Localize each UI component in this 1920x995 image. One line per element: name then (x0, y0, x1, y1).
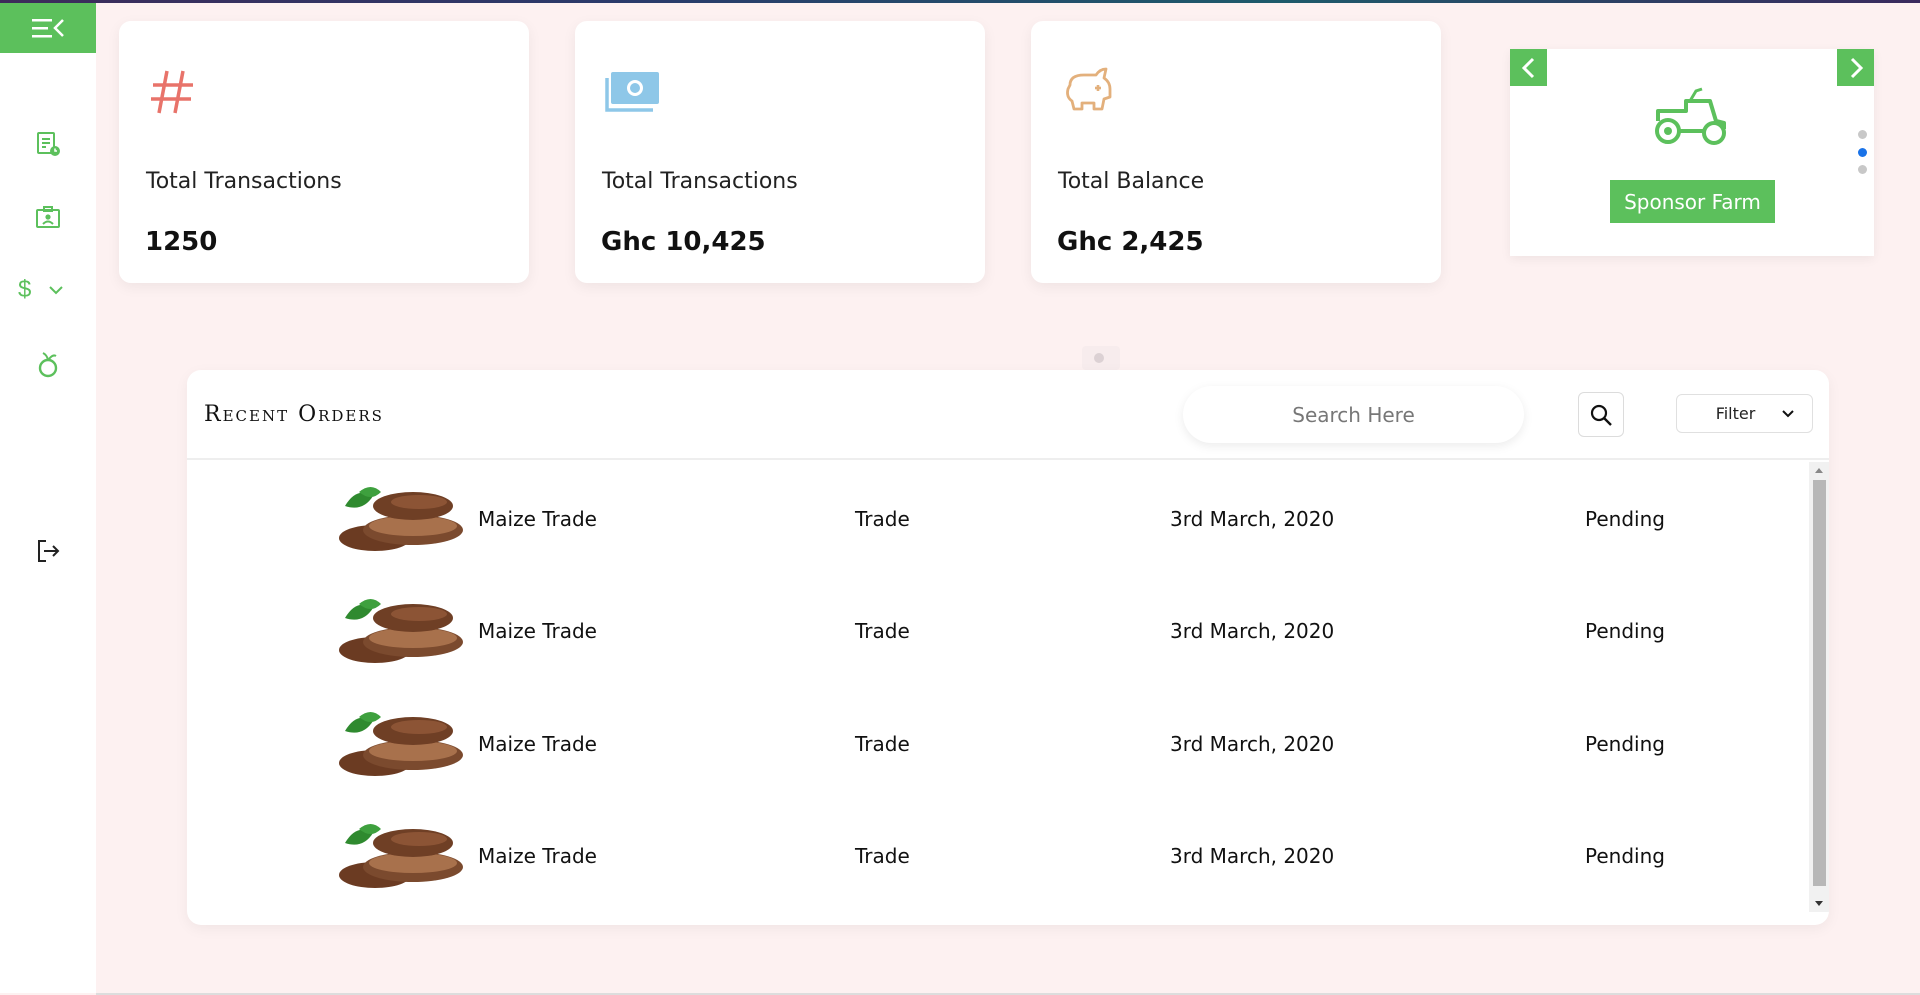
order-type: Trade (855, 507, 910, 531)
money-icon (605, 72, 659, 112)
stat-card-balance: Total Balance Ghc 2,425 (1031, 21, 1441, 283)
piggy-bank-icon (1066, 67, 1112, 111)
order-type: Trade (855, 732, 910, 756)
search-button[interactable] (1578, 392, 1624, 437)
recent-orders-panel: Recent Orders Filter (187, 370, 1829, 925)
chevron-left-icon (1521, 57, 1534, 78)
receipt-icon (37, 132, 60, 156)
ghost-dot (1094, 353, 1104, 363)
order-name: Maize Trade (478, 619, 597, 643)
sponsor-carousel: Sponsor Farm (1510, 49, 1874, 256)
orders-scrollbar[interactable] (1809, 462, 1829, 912)
sidebar-item-transactions[interactable] (0, 124, 96, 164)
stat-label: Total Transactions (602, 169, 798, 194)
carousel-prev-button[interactable] (1510, 49, 1547, 86)
logout-button[interactable] (0, 531, 96, 571)
cocoa-thumbnail (339, 599, 463, 663)
orders-title: Recent Orders (204, 402, 384, 427)
sidebar-item-produce[interactable] (0, 345, 96, 385)
stat-label: Total Balance (1058, 169, 1205, 194)
filter-label: Filter (1715, 404, 1756, 423)
sidebar-item-profile[interactable] (0, 198, 96, 238)
ghost-overlay (1082, 346, 1120, 370)
menu-collapse-icon (32, 19, 64, 38)
order-type: Trade (855, 844, 910, 868)
carousel-dot[interactable] (1858, 165, 1867, 174)
stat-value: Ghc 10,425 (601, 227, 766, 257)
carousel-dot[interactable] (1858, 130, 1867, 139)
hash-icon (151, 70, 193, 114)
orders-header: Recent Orders Filter (187, 370, 1829, 460)
order-status: Pending (1585, 507, 1665, 531)
order-date: 3rd March, 2020 (1170, 732, 1335, 756)
scroll-up-button[interactable] (1809, 462, 1829, 478)
fruit-icon (38, 352, 58, 378)
order-name: Maize Trade (478, 507, 597, 531)
chevron-down-icon (49, 286, 64, 295)
order-status: Pending (1585, 732, 1665, 756)
sponsor-farm-button[interactable]: Sponsor Farm (1610, 180, 1775, 223)
table-row[interactable]: Maize Trade Trade 3rd March, 2020 Pendin… (187, 574, 1809, 686)
logout-icon (38, 540, 60, 562)
table-row[interactable]: Maize Trade Trade 3rd March, 2020 Pendin… (187, 799, 1809, 911)
stat-card-total-amount: Total Transactions Ghc 10,425 (575, 21, 985, 283)
carousel-dot-active[interactable] (1858, 148, 1867, 157)
table-row[interactable]: Maize Trade Trade 3rd March, 2020 Pendin… (187, 462, 1809, 574)
cocoa-thumbnail (339, 487, 463, 551)
order-name: Maize Trade (478, 732, 597, 756)
contact-card-icon (36, 206, 60, 228)
carousel-next-button[interactable] (1837, 49, 1874, 86)
order-date: 3rd March, 2020 (1170, 507, 1335, 531)
stat-value: 1250 (145, 227, 218, 257)
scroll-down-button[interactable] (1809, 896, 1829, 912)
cocoa-thumbnail (339, 712, 463, 776)
search-icon (1590, 404, 1612, 426)
chevron-right-icon (1850, 57, 1863, 78)
chevron-down-icon (1782, 409, 1795, 417)
menu-toggle-button[interactable] (0, 3, 96, 53)
stat-card-transactions: Total Transactions 1250 (119, 21, 529, 283)
order-date: 3rd March, 2020 (1170, 619, 1335, 643)
order-type: Trade (855, 619, 910, 643)
dollar-icon: $ (18, 276, 32, 303)
sidebar-item-finance[interactable]: $ (0, 270, 96, 310)
order-name: Maize Trade (478, 844, 597, 868)
scroll-thumb[interactable] (1813, 480, 1826, 886)
order-status: Pending (1585, 619, 1665, 643)
order-status: Pending (1585, 844, 1665, 868)
table-row[interactable]: Maize Trade Trade 3rd March, 2020 Pendin… (187, 687, 1809, 799)
top-accent-line (0, 0, 1920, 3)
search-input[interactable] (1183, 386, 1524, 443)
scroll-up-arrow-icon (1815, 468, 1823, 473)
scroll-down-arrow-icon (1815, 901, 1823, 906)
orders-list: Maize Trade Trade 3rd March, 2020 Pendin… (187, 462, 1809, 912)
tractor-icon (1655, 87, 1726, 145)
cocoa-thumbnail (339, 824, 463, 888)
stat-value: Ghc 2,425 (1057, 227, 1204, 257)
stat-label: Total Transactions (146, 169, 342, 194)
sidebar: $ (0, 3, 96, 993)
filter-select[interactable]: Filter (1676, 394, 1813, 433)
order-date: 3rd March, 2020 (1170, 844, 1335, 868)
